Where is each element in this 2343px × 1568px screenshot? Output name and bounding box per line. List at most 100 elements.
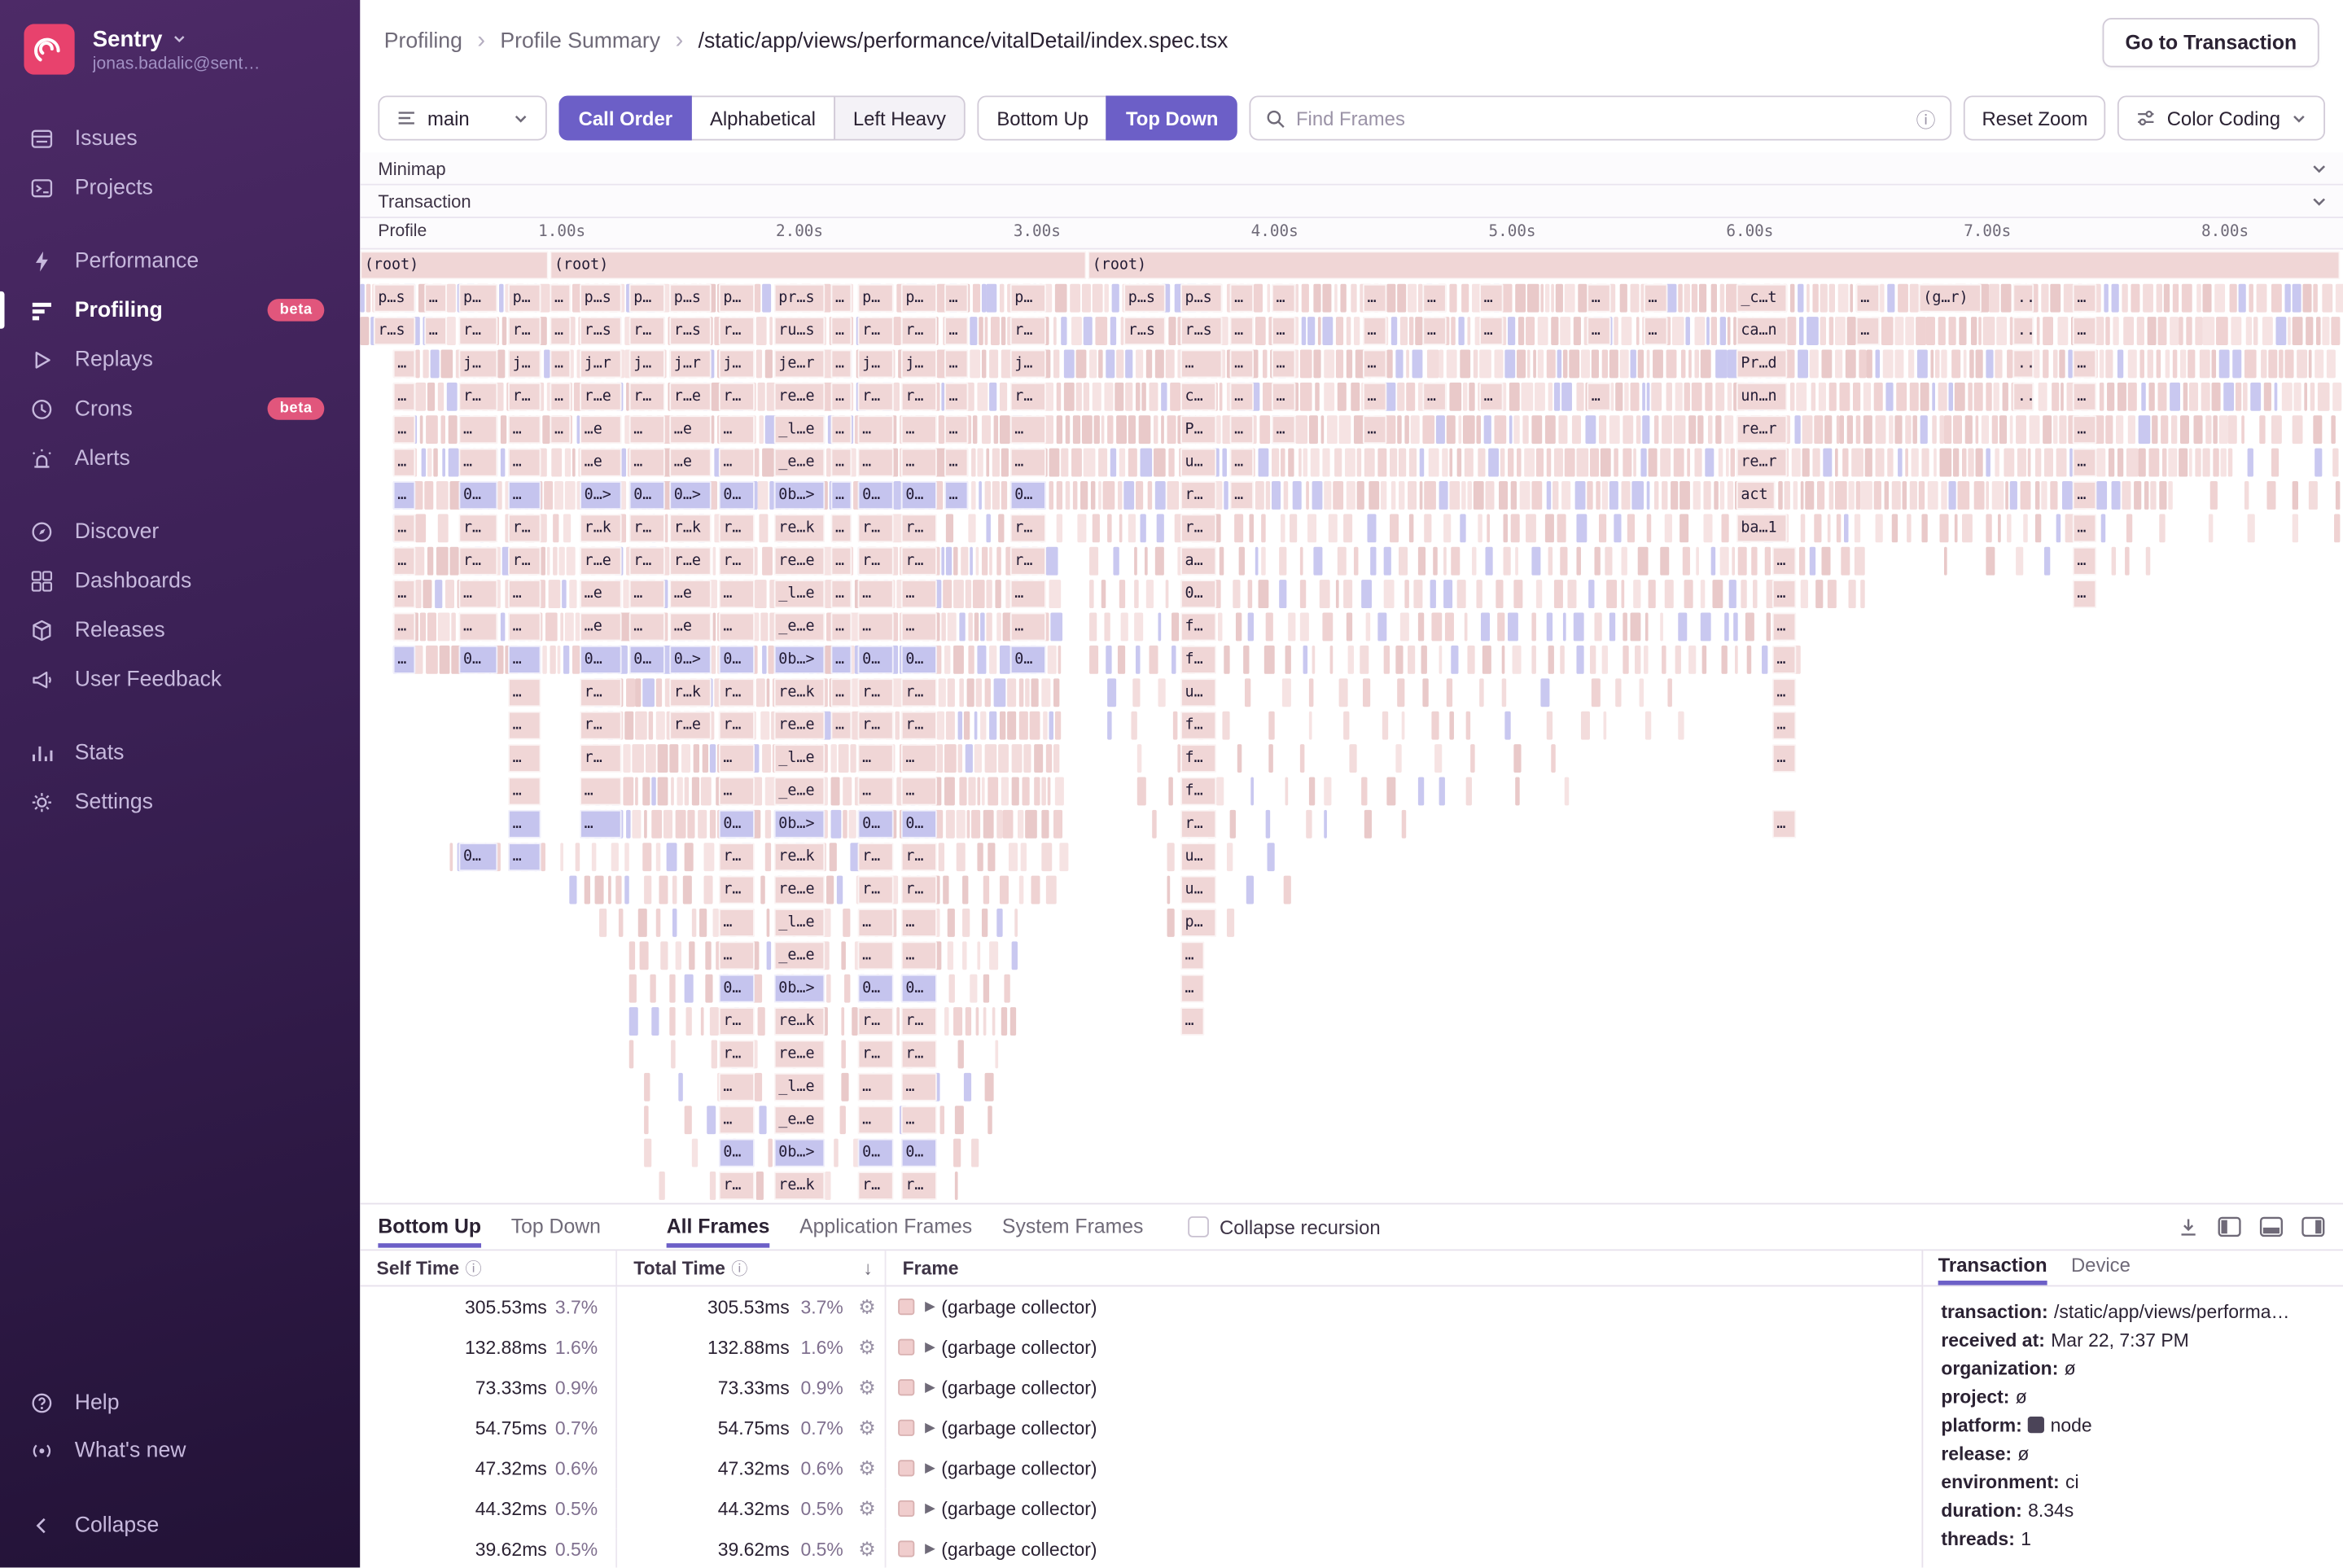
flame-frame[interactable] xyxy=(968,613,973,642)
panel-bottom-icon[interactable] xyxy=(2259,1216,2283,1237)
flame-frame[interactable]: u… xyxy=(1180,678,1216,707)
flame-frame[interactable]: 0… xyxy=(719,975,755,1003)
flame-frame[interactable] xyxy=(1309,678,1314,707)
flame-frame[interactable] xyxy=(711,646,716,674)
flame-frame[interactable] xyxy=(1351,284,1357,313)
flame-frame[interactable] xyxy=(2170,383,2180,411)
flame-frame[interactable] xyxy=(1750,547,1756,576)
flame-frame[interactable]: je…r xyxy=(774,350,825,379)
flame-frame[interactable] xyxy=(962,876,969,904)
flame-frame[interactable] xyxy=(1621,547,1628,576)
frame-settings-icon[interactable]: ⚙ xyxy=(858,1376,875,1399)
flame-frame[interactable] xyxy=(1847,415,1852,444)
flame-frame[interactable] xyxy=(1439,646,1442,674)
flame-frame[interactable] xyxy=(1745,613,1754,642)
flame-frame[interactable] xyxy=(2056,514,2061,542)
table-row[interactable]: 54.75ms0.7%54.75ms0.7%⚙▶(garbage collect… xyxy=(360,1408,1921,1448)
flame-frame[interactable] xyxy=(1058,646,1062,674)
flame-frame[interactable] xyxy=(542,646,546,674)
flame-frame[interactable] xyxy=(996,613,1001,642)
flame-frame[interactable] xyxy=(1959,317,1967,345)
flame-frame[interactable] xyxy=(1075,350,1086,379)
flame-frame[interactable]: … xyxy=(831,317,852,345)
flame-frame[interactable] xyxy=(1089,613,1097,642)
flame-frame[interactable] xyxy=(2105,350,2113,379)
flame-frame[interactable] xyxy=(423,580,433,608)
flame-frame[interactable] xyxy=(2248,449,2253,477)
flame-frame[interactable] xyxy=(446,383,458,411)
flame-frame[interactable] xyxy=(2139,415,2149,444)
flame-frame[interactable] xyxy=(2017,449,2026,477)
flame-frame[interactable]: r… xyxy=(629,383,665,411)
flame-frame[interactable] xyxy=(1563,613,1566,642)
flame-frame[interactable] xyxy=(1014,909,1018,937)
flame-frame[interactable]: 0… xyxy=(1180,580,1216,608)
flame-frame[interactable] xyxy=(1472,547,1476,576)
minimap-section-header[interactable]: Minimap xyxy=(360,152,2343,185)
flame-frame[interactable] xyxy=(1313,547,1323,576)
flame-frame[interactable] xyxy=(1070,284,1080,313)
flame-frame[interactable] xyxy=(2161,415,2168,444)
flame-frame[interactable]: … xyxy=(2073,383,2096,411)
flame-frame[interactable] xyxy=(993,415,998,444)
flame-frame[interactable] xyxy=(1509,383,1519,411)
flame-frame[interactable] xyxy=(2261,350,2268,379)
flame-frame[interactable] xyxy=(1128,514,1136,542)
flame-frame[interactable] xyxy=(1280,547,1286,576)
flame-frame[interactable] xyxy=(1616,383,1623,411)
flame-frame[interactable] xyxy=(428,449,431,477)
flame-frame[interactable] xyxy=(1800,481,1804,510)
flame-frame[interactable] xyxy=(1478,514,1482,542)
flame-frame[interactable] xyxy=(1945,415,1952,444)
flame-frame[interactable] xyxy=(1632,481,1644,510)
flame-frame[interactable] xyxy=(1255,481,1264,510)
flame-frame[interactable] xyxy=(669,1007,676,1036)
table-row[interactable]: 305.53ms3.7%305.53ms3.7%⚙▶(garbage colle… xyxy=(360,1286,1921,1327)
flame-frame[interactable] xyxy=(1345,449,1355,477)
flame-frame[interactable] xyxy=(704,843,714,871)
flame-frame[interactable] xyxy=(1628,514,1636,542)
flame-frame[interactable] xyxy=(1430,580,1435,608)
flame-frame[interactable] xyxy=(978,383,988,411)
flame-frame[interactable]: _l…e xyxy=(774,580,825,608)
tab-application-frames[interactable]: Application Frames xyxy=(799,1207,972,1247)
flame-frame[interactable] xyxy=(551,449,562,477)
transaction-section-header[interactable]: Transaction xyxy=(360,186,2343,218)
flame-frame[interactable] xyxy=(1701,350,1711,379)
flame-frame[interactable] xyxy=(1098,449,1108,477)
flame-frame[interactable] xyxy=(1664,580,1674,608)
flame-frame[interactable] xyxy=(1574,481,1585,510)
flame-frame[interactable] xyxy=(1610,613,1616,642)
flame-frame[interactable] xyxy=(2113,317,2119,345)
flame-frame[interactable] xyxy=(1390,481,1395,510)
flame-frame[interactable] xyxy=(622,449,625,477)
flame-frame[interactable] xyxy=(1107,415,1115,444)
flame-frame[interactable] xyxy=(972,415,977,444)
flame-frame[interactable]: … xyxy=(858,1073,894,1102)
flame-frame[interactable]: _l…e xyxy=(774,415,825,444)
flame-frame[interactable] xyxy=(1322,449,1330,477)
flame-frame[interactable] xyxy=(1239,547,1245,576)
flame-frame[interactable] xyxy=(1418,777,1425,805)
flame-frame[interactable] xyxy=(2269,350,2277,379)
flame-frame[interactable] xyxy=(1801,580,1807,608)
flame-frame[interactable] xyxy=(983,876,989,904)
flame-frame[interactable]: p… xyxy=(508,284,541,313)
flame-frame[interactable]: … xyxy=(1010,580,1046,608)
flame-frame[interactable] xyxy=(966,744,972,773)
flame-frame[interactable] xyxy=(1167,843,1175,871)
flame-frame[interactable] xyxy=(660,941,668,970)
flame-frame[interactable] xyxy=(1390,449,1397,477)
flame-frame[interactable] xyxy=(1926,317,1935,345)
total-time-header[interactable]: Total Timeⓘ ↓ xyxy=(617,1250,886,1285)
sidebar-item-settings[interactable]: Settings xyxy=(0,777,360,826)
flame-frame[interactable] xyxy=(1458,317,1465,345)
flame-frame[interactable] xyxy=(2189,383,2198,411)
thread-selector[interactable]: main xyxy=(378,95,547,140)
flame-frame[interactable] xyxy=(1342,712,1350,740)
flame-frame[interactable] xyxy=(991,317,1000,345)
flame-frame[interactable]: act xyxy=(1736,481,1776,510)
flame-frame[interactable] xyxy=(1246,876,1253,904)
flame-frame[interactable] xyxy=(1948,317,1955,345)
breadcrumb-profile-summary[interactable]: Profile Summary xyxy=(500,30,660,54)
